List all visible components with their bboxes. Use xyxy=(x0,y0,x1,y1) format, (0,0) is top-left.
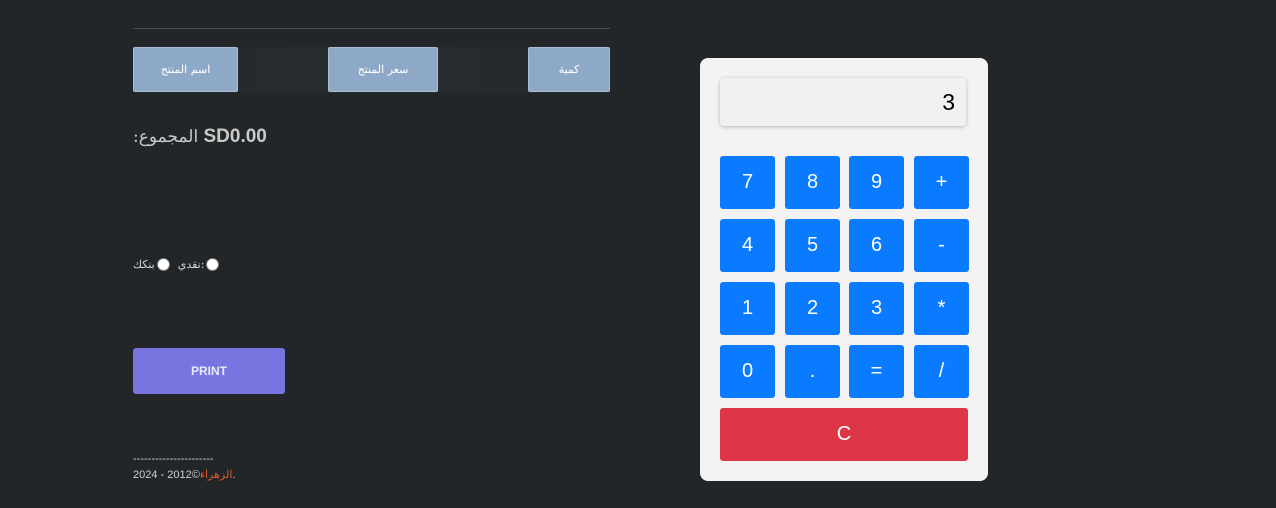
key-3-button[interactable]: 3 xyxy=(849,282,904,335)
key-multiply-button[interactable]: * xyxy=(914,282,969,335)
calculator-display: 3 xyxy=(720,78,966,126)
calculator: 3 7 8 9 +4 5 6-1 2 3 * 0. = / C xyxy=(700,58,988,481)
pos-panel: اسم المنتج سعر المنتج كمية xyxy=(133,28,610,93)
key-2-button[interactable]: 2 xyxy=(785,282,840,335)
total-label: :المجموع xyxy=(133,127,199,147)
footer-period: . xyxy=(232,469,236,481)
clear-button[interactable]: C xyxy=(720,408,968,461)
footer-brand-link[interactable]: الزهراء xyxy=(200,468,233,481)
key-9-button[interactable]: 9 xyxy=(849,156,904,209)
bank-radio[interactable] xyxy=(156,258,170,271)
key-6-button[interactable]: 6 xyxy=(849,219,904,272)
quantity-button[interactable]: كمية xyxy=(528,47,610,92)
key-5-button[interactable]: 5 xyxy=(785,219,840,272)
payment-method: بنكك نقدي: xyxy=(133,258,220,271)
key-divide-button[interactable]: / xyxy=(914,345,969,398)
total-line: :المجموع SD0.00 xyxy=(133,126,267,148)
key-decimal-button[interactable]: . xyxy=(785,345,840,398)
key-1-button[interactable]: 1 xyxy=(720,282,775,335)
cash-label: نقدي: xyxy=(177,258,205,271)
key-0-button[interactable]: 0 xyxy=(720,345,775,398)
key-minus-button[interactable]: - xyxy=(914,219,969,272)
product-header-row: اسم المنتج سعر المنتج كمية xyxy=(133,29,610,93)
footer-years: 2024 - 2012© xyxy=(133,469,200,481)
key-4-button[interactable]: 4 xyxy=(720,219,775,272)
bank-label: بنكك xyxy=(133,258,155,271)
footer-copyright: 2024 - 2012©الزهراء. xyxy=(133,467,235,483)
key-plus-button[interactable]: + xyxy=(914,156,969,209)
key-equals-button[interactable]: = xyxy=(849,345,904,398)
footer-separator: ---------------------- xyxy=(133,453,214,465)
total-amount: SD0.00 xyxy=(203,126,267,147)
product-name-button[interactable]: اسم المنتج xyxy=(133,47,238,92)
product-price-button[interactable]: سعر المنتج xyxy=(328,47,438,92)
print-button[interactable]: PRINT xyxy=(133,348,285,394)
key-7-button[interactable]: 7 xyxy=(720,156,775,209)
key-8-button[interactable]: 8 xyxy=(785,156,840,209)
cash-radio[interactable] xyxy=(206,258,220,271)
footer: ---------------------- 2024 - 2012©الزهر… xyxy=(133,452,235,483)
